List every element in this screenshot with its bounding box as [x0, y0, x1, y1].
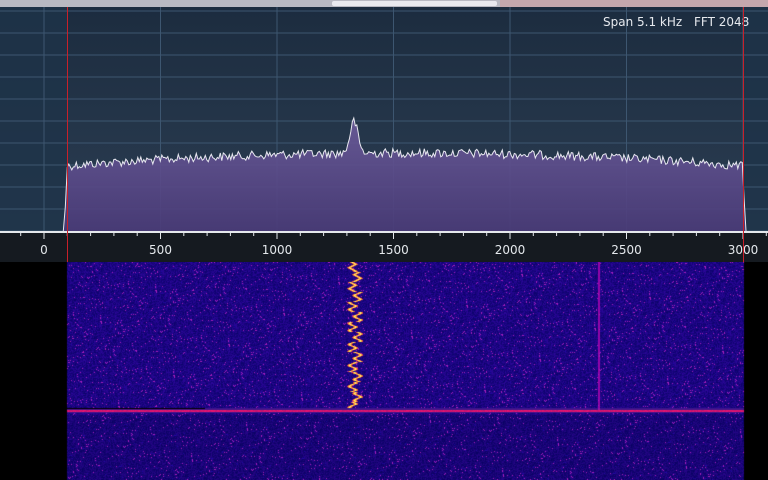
waterfall-display[interactable] — [0, 262, 768, 480]
title-bar-tab[interactable] — [332, 1, 497, 6]
fft-size-label: FFT 2048 — [694, 15, 750, 29]
passband-high-edge-marker[interactable] — [743, 7, 744, 262]
frequency-axis[interactable]: 050010001500200025003000 — [0, 231, 768, 262]
span-label: Span 5.1 kHz — [603, 15, 683, 29]
axis-tick-label: 500 — [149, 243, 172, 257]
axis-tick-label: 2500 — [611, 243, 642, 257]
spectrum-plot[interactable] — [0, 7, 768, 231]
title-bar-segment — [500, 0, 768, 7]
passband-outside-left — [0, 7, 67, 231]
passband-outside-right — [743, 7, 768, 231]
axis-tick-label: 1000 — [261, 243, 293, 257]
axis-tick-label: 1500 — [378, 243, 409, 257]
passband-low-edge-marker[interactable] — [67, 7, 68, 262]
spectrum-info-label: Span 5.1 kHz FFT 2048 — [603, 15, 749, 29]
axis-tick-label: 2000 — [494, 243, 526, 257]
window-title-bar — [0, 0, 768, 7]
axis-tick-label: 0 — [40, 243, 48, 257]
